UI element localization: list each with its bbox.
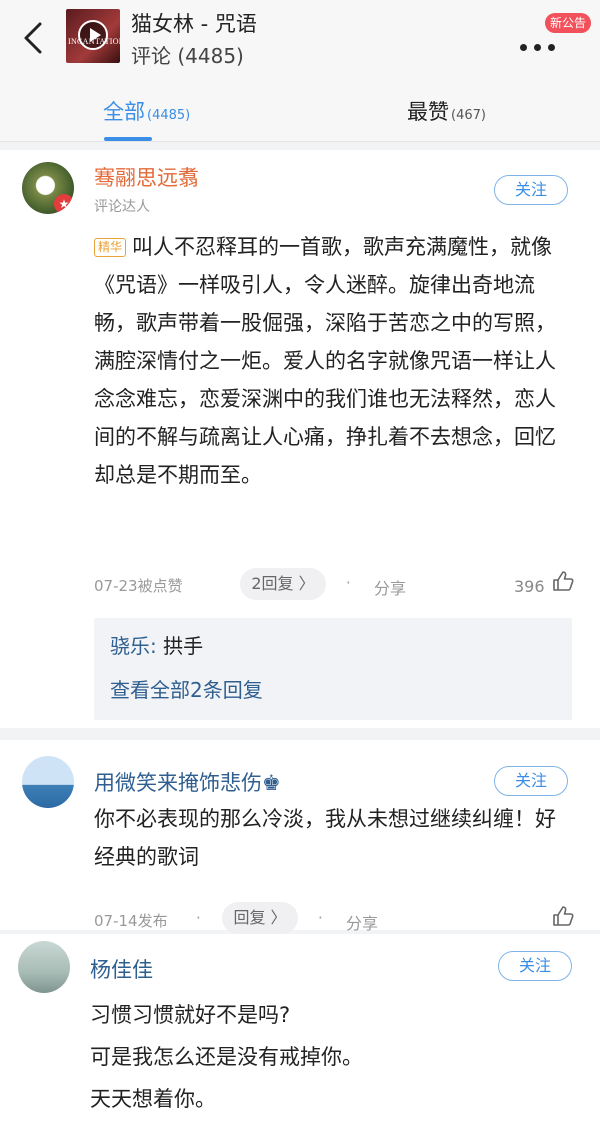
comment-text: 习惯习惯就好不是吗? 可是我怎么还是没有戒掉你。 天天想着你。 [90,994,570,1120]
comment-line: 天天想着你。 [90,1087,216,1111]
comment-line: 习惯习惯就好不是吗? [90,1003,291,1027]
comment-item: 用微笑来掩饰悲伤♚ 关注 你不必表现的那么冷淡，我从未想过继续纠缠！好经典的歌词… [0,740,600,934]
username[interactable]: 杨佳佳 [90,954,153,984]
more-icon[interactable] [520,36,564,51]
view-all-replies-link[interactable]: 查看全部2条回复 [110,674,263,703]
avatar[interactable]: ★ [22,162,74,214]
comment-text: 精华 叫人不忍释耳的一首歌，歌声充满魔性，就像《咒语》一样吸引人，令人迷醉。旋律出… [94,235,556,487]
cover-text: INCANTATION [68,37,120,46]
reply-button[interactable]: 2回复 〉 [240,568,326,600]
tab-indicator [104,137,152,141]
comment-date: 07-14发布 [94,912,168,930]
reply-button[interactable]: 回复 〉 [222,902,298,934]
top-bar: INCANTATION 猫女林 - 咒语 评论 (4485) 新公告 [0,0,600,78]
star-badge-icon: ★ [54,194,74,214]
follow-button[interactable]: 关注 [494,766,568,796]
like-count: 396 [514,577,545,596]
reply-line: 骁乐: 拱手 [110,634,204,658]
thumbs-up-icon[interactable] [552,570,574,592]
share-button[interactable]: 分享 [374,575,406,599]
thumbs-up-icon[interactable] [552,905,574,927]
comment-item: 杨佳佳 关注 习惯习惯就好不是吗? 可是我怎么还是没有戒掉你。 天天想着你。 [0,934,600,1129]
reply-preview[interactable]: 骁乐: 拱手 查看全部2条回复 [94,618,572,720]
avatar[interactable] [22,756,74,808]
comment-count: 评论 (4485) [131,44,244,68]
follow-button[interactable]: 关注 [498,951,572,981]
album-cover[interactable]: INCANTATION [66,9,120,63]
comment-tabs: 全部 (4485) 最赞 (467) [0,78,600,142]
user-tag: 评论达人 [94,199,150,215]
back-icon[interactable] [18,20,48,56]
username[interactable]: 骞翮思远翥 [94,162,199,192]
avatar[interactable] [18,941,70,993]
comment-line: 可是我怎么还是没有戒掉你。 [90,1045,363,1069]
follow-button[interactable]: 关注 [494,175,568,205]
reply-username[interactable]: 骁乐: [110,634,157,658]
notice-badge[interactable]: 新公告 [545,13,592,33]
share-button[interactable]: 分享 [346,910,378,934]
comment-date: 07-23被点赞 [94,577,183,595]
tab-all[interactable]: 全部 (4485) [103,96,190,126]
comment-text: 你不必表现的那么冷淡，我从未想过继续纠缠！好经典的歌词 [94,807,556,869]
tab-top-liked[interactable]: 最赞 (467) [407,96,486,126]
comment-item: ★ 骞翮思远翥 评论达人 关注 精华 叫人不忍释耳的一首歌，歌声充满魔性，就像《咒… [0,150,600,728]
featured-badge: 精华 [94,238,127,257]
separator: · [196,909,201,927]
username[interactable]: 用微笑来掩饰悲伤♚ [94,767,281,797]
song-title: 猫女林 - 咒语 [131,12,257,36]
separator: · [318,909,323,927]
separator: · [346,574,351,592]
